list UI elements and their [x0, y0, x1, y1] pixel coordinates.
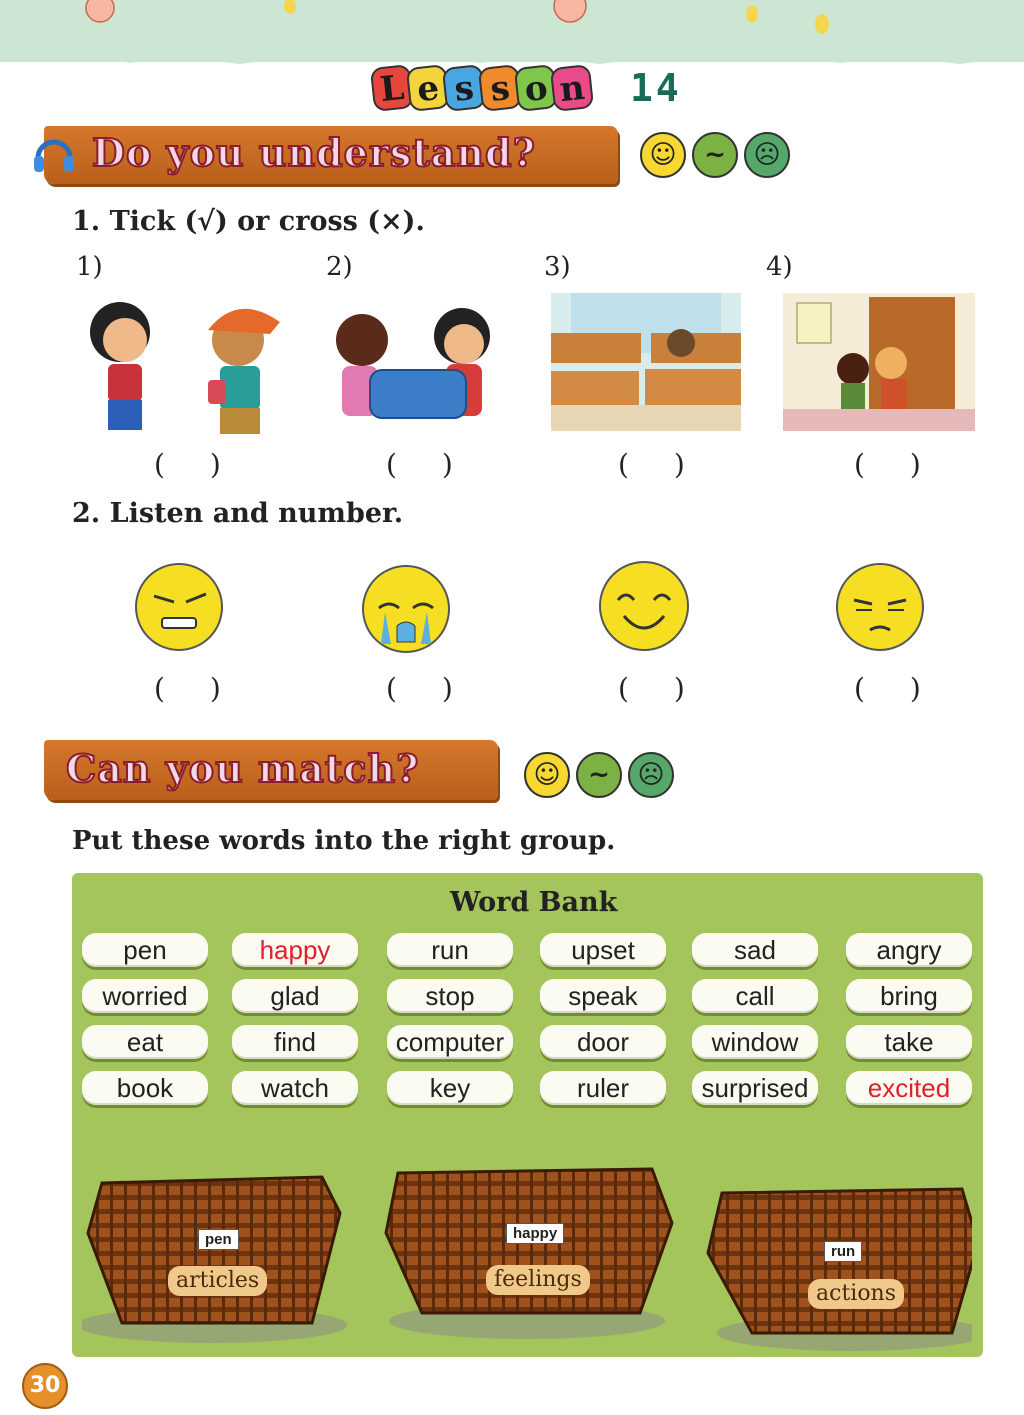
answer-blank[interactable]: ( ): [386, 448, 471, 481]
basket-label: articles: [168, 1266, 268, 1296]
crying-face-icon: [362, 565, 450, 653]
illustration-girls-aquarium: [336, 308, 490, 419]
section-title: Can you match?: [65, 745, 420, 792]
answer-blank[interactable]: ( ): [154, 448, 239, 481]
word-chip[interactable]: watch: [232, 1071, 358, 1105]
worried-face-icon: ~: [692, 132, 738, 178]
page-number: 30: [22, 1363, 68, 1409]
item-label: 2): [326, 252, 353, 282]
word-chip[interactable]: ruler: [540, 1071, 666, 1105]
illustration-doorway: [783, 293, 975, 431]
match-instruction: Put these words into the right group.: [72, 826, 616, 856]
word-chip[interactable]: glad: [232, 979, 358, 1013]
top-decoration: [0, 0, 1024, 64]
section-title: Do you understand?: [91, 129, 536, 176]
word-chip[interactable]: speak: [540, 979, 666, 1013]
word-chip[interactable]: sad: [692, 933, 818, 967]
answer-blank[interactable]: ( ): [618, 448, 703, 481]
basket-card: run: [824, 1241, 863, 1262]
happy-face-icon: ☺: [524, 752, 570, 798]
word-chip[interactable]: window: [692, 1025, 818, 1059]
q1-instruction: 1. Tick (√) or cross (×).: [72, 206, 425, 237]
word-chip[interactable]: angry: [846, 933, 972, 967]
basket-label: feelings: [486, 1265, 590, 1295]
word-chip[interactable]: upset: [540, 933, 666, 967]
lesson-letter: n: [549, 64, 595, 112]
q2-instruction: 2. Listen and number.: [72, 498, 404, 529]
word-chip[interactable]: pen: [82, 933, 208, 967]
word-chip[interactable]: eat: [82, 1025, 208, 1059]
word-chip[interactable]: call: [692, 979, 818, 1013]
word-chip[interactable]: run: [387, 933, 513, 967]
item-label: 1): [76, 252, 103, 282]
lesson-number: 14: [630, 66, 682, 110]
sad-face-icon: ☹: [628, 752, 674, 798]
answer-blank[interactable]: ( ): [386, 672, 471, 705]
answer-blank[interactable]: ( ): [854, 672, 939, 705]
word-chip[interactable]: book: [82, 1071, 208, 1105]
word-bank-title: Word Bank: [450, 887, 618, 918]
section-banner-match: Can you match?: [44, 740, 498, 800]
angry-face-icon: [135, 563, 223, 651]
basket-card: pen: [198, 1229, 239, 1250]
answer-blank[interactable]: ( ): [618, 672, 703, 705]
word-chip[interactable]: surprised: [692, 1071, 818, 1105]
word-chip[interactable]: worried: [82, 979, 208, 1013]
illustration-girl-and-boy: [90, 302, 280, 434]
worried-face-icon: ~: [576, 752, 622, 798]
word-chip[interactable]: happy: [232, 933, 358, 967]
sad-face-icon: ☹: [744, 132, 790, 178]
basket-label: actions: [808, 1279, 905, 1309]
word-chip[interactable]: key: [387, 1071, 513, 1105]
word-chip[interactable]: excited: [846, 1071, 972, 1105]
word-chip[interactable]: computer: [387, 1025, 513, 1059]
item-label: 3): [544, 252, 571, 282]
answer-blank[interactable]: ( ): [854, 448, 939, 481]
upset-face-icon: [836, 563, 924, 651]
basket-card: happy: [506, 1223, 565, 1244]
word-chip[interactable]: take: [846, 1025, 972, 1059]
word-chip[interactable]: find: [232, 1025, 358, 1059]
word-chip[interactable]: stop: [387, 979, 513, 1013]
section-banner-understand: Do you understand?: [34, 126, 618, 184]
illustration-classroom: [551, 293, 741, 431]
answer-blank[interactable]: ( ): [154, 672, 239, 705]
smiling-face-icon: [599, 561, 689, 651]
word-chip[interactable]: bring: [846, 979, 972, 1013]
headphones-icon: [32, 132, 76, 180]
word-chip[interactable]: door: [540, 1025, 666, 1059]
item-label: 4): [766, 252, 793, 282]
word-bank: Word Bank pen happy run upset sad angry worrie…: [72, 873, 983, 1357]
happy-face-icon: ☺: [640, 132, 686, 178]
lesson-title: L e s s o n 14: [369, 58, 682, 118]
